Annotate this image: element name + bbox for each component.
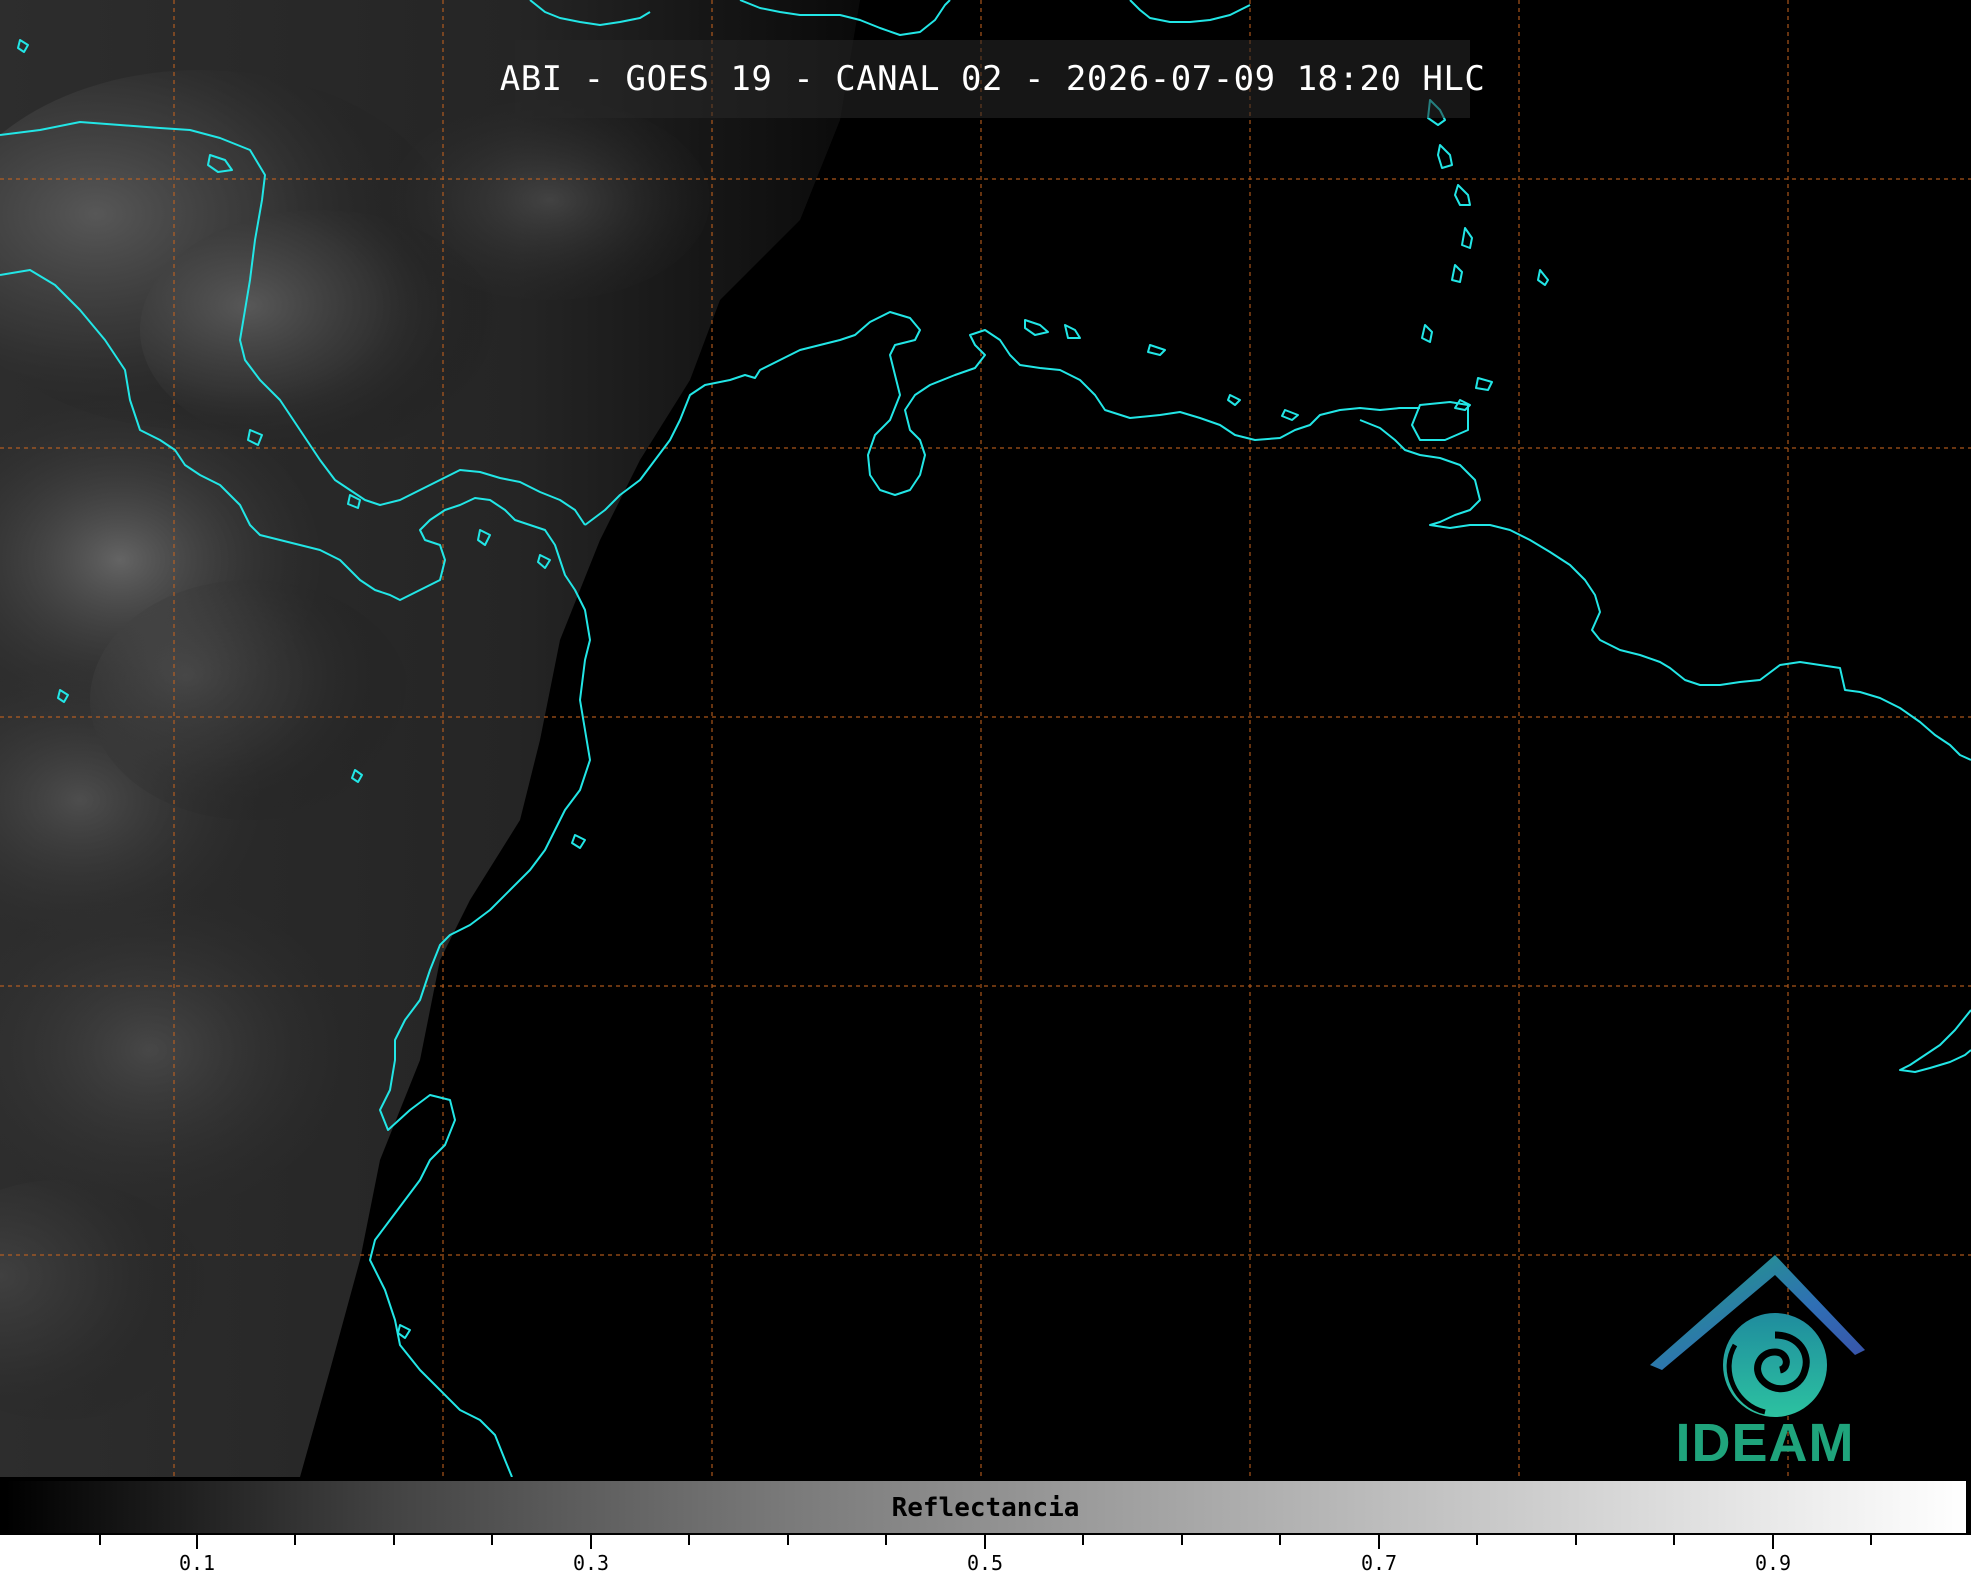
tick-label-0: 0.1 bbox=[178, 1551, 216, 1575]
map-title: ABI - GOES 19 - CANAL 02 - 2026-07-09 18… bbox=[499, 59, 1486, 99]
tick-label-2: 0.5 bbox=[966, 1551, 1004, 1575]
title-box: ABI - GOES 19 - CANAL 02 - 2026-07-09 18… bbox=[500, 40, 1485, 118]
tick-label-1: 0.3 bbox=[572, 1551, 610, 1575]
tick-label-3: 0.7 bbox=[1360, 1551, 1398, 1575]
tick-marks bbox=[99, 1535, 1872, 1549]
colorbar: Reflectancia bbox=[3, 1479, 1968, 1535]
colorbar-ticks: 0.1 0.3 0.5 0.7 0.9 bbox=[0, 1535, 1971, 1577]
tick-label-4: 0.9 bbox=[1754, 1551, 1792, 1575]
colorbar-label: Reflectancia bbox=[891, 1493, 1080, 1523]
logo-text: IDEAM bbox=[1675, 1413, 1855, 1473]
